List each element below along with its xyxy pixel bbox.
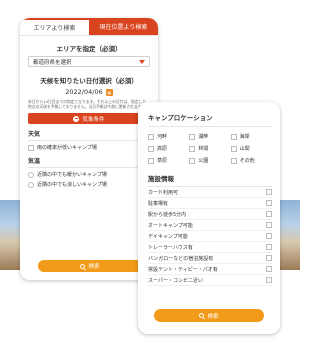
prefecture-select[interactable]: 都道府県を選択 <box>28 56 150 67</box>
location-option[interactable]: 海岸 <box>230 133 272 140</box>
location-label: 海岸 <box>239 134 250 140</box>
location-checkbox[interactable] <box>189 145 196 152</box>
location-option[interactable]: 草原 <box>148 157 189 164</box>
facility-checkbox[interactable] <box>266 222 272 228</box>
facility-checkbox[interactable] <box>266 244 272 250</box>
temp-option-label: 近隣の中でも涼しいキャンプ場 <box>37 182 107 188</box>
date-picker[interactable]: 2022/04/06 ▦ <box>28 88 150 96</box>
camp-location-title: キャンプロケーション <box>148 112 272 127</box>
location-option[interactable]: 高原 <box>148 145 189 152</box>
location-checkbox[interactable] <box>148 157 154 164</box>
location-checkbox[interactable] <box>189 133 196 140</box>
facility-row[interactable]: 駅から徒歩5分内 <box>148 209 272 220</box>
location-label: 公園 <box>198 158 209 164</box>
temp-radio[interactable] <box>28 181 34 188</box>
search-button-label: 検索 <box>88 264 100 270</box>
weather-group-heading: 天気 <box>28 129 150 141</box>
facility-checkbox[interactable] <box>266 266 272 272</box>
facility-label: オートキャンプ可能 <box>148 222 193 229</box>
temp-option[interactable]: 近隣の中でも涼しいキャンプ場 <box>28 181 150 188</box>
facility-label: バンガローなどの宿泊施設有 <box>148 255 214 262</box>
search-tabs: エリアより検索 現在位置より検索 <box>20 18 158 36</box>
facility-label: スーパー・コンビニ近い <box>148 277 203 284</box>
weather-option-label: 雨の確率が低いキャンプ場 <box>37 145 97 151</box>
dropdown-arrow-icon <box>139 59 145 64</box>
tab-location-search[interactable]: 現在位置より検索 <box>89 18 158 36</box>
facility-row[interactable]: 常設テント・ティピー・パオ有 <box>148 264 272 275</box>
location-label: 高原 <box>157 146 168 152</box>
facility-row[interactable]: トレーラーハウス有 <box>148 242 272 253</box>
location-checkbox[interactable] <box>189 157 196 164</box>
location-checkbox[interactable] <box>230 133 237 140</box>
location-option[interactable]: 山間 <box>230 145 272 152</box>
facility-checkbox[interactable] <box>266 277 272 283</box>
filter-search-button[interactable]: 検索 <box>154 309 264 322</box>
location-checkbox[interactable] <box>230 157 237 164</box>
facility-label: トレーラーハウス有 <box>148 244 193 251</box>
prefecture-select-label: 都道府県を選択 <box>33 59 72 66</box>
location-grid: 河畔 湖畔 海岸 高原 林間 山間 草原 公園 その他 <box>148 133 272 164</box>
temp-option[interactable]: 近隣の中でも暖かいキャンプ場 <box>28 171 150 178</box>
location-option[interactable]: その他 <box>230 157 272 164</box>
location-label: 河畔 <box>157 134 168 140</box>
location-label: その他 <box>239 158 255 164</box>
location-label: 林間 <box>198 146 209 152</box>
location-option[interactable]: 湖畔 <box>189 133 230 140</box>
weather-conditions-toggle[interactable]: 気象条件 <box>28 113 150 124</box>
location-label: 草原 <box>157 158 168 164</box>
weather-conditions-label: 気象条件 <box>82 116 105 123</box>
location-label: 山間 <box>239 146 250 152</box>
location-checkbox[interactable] <box>148 145 154 152</box>
search-icon <box>199 313 205 318</box>
temp-option-label: 近隣の中でも暖かいキャンプ場 <box>37 172 107 178</box>
weather-checkbox[interactable] <box>28 144 34 151</box>
date-value: 2022/04/06 <box>65 88 103 96</box>
facility-row[interactable]: カード利用可 <box>148 187 272 198</box>
facility-checkbox[interactable] <box>266 189 272 195</box>
facility-row[interactable]: オートキャンプ可能 <box>148 220 272 231</box>
temp-group-heading: 気温 <box>28 156 150 168</box>
facility-checkbox[interactable] <box>266 200 272 206</box>
collapse-icon <box>73 115 80 122</box>
facility-label: 常設テント・ティピー・パオ有 <box>148 266 218 273</box>
calendar-icon[interactable]: ▦ <box>105 88 113 96</box>
area-title: エリアを指定（必須） <box>56 45 122 53</box>
date-note: 本日から14日目までの指定となります。それ以上の日付は、指定した地点の天候を予報… <box>28 99 147 109</box>
weather-option[interactable]: 雨の確率が低いキャンプ場 <box>28 144 150 151</box>
location-checkbox[interactable] <box>230 145 237 152</box>
facilities-title: 施設情報 <box>148 173 272 187</box>
temp-radio[interactable] <box>28 171 34 178</box>
filter-phone-screen: キャンプロケーション 河畔 湖畔 海岸 高原 林間 山間 草原 公園 その他 施… <box>138 102 280 334</box>
search-icon <box>80 263 86 269</box>
facility-row[interactable]: 駐車場有 <box>148 198 272 209</box>
facility-checkbox[interactable] <box>266 233 272 239</box>
facility-row[interactable]: デイキャンプ可能 <box>148 231 272 242</box>
facility-label: デイキャンプ可能 <box>148 233 188 240</box>
location-checkbox[interactable] <box>148 133 154 140</box>
location-option[interactable]: 林間 <box>189 145 230 152</box>
search-button[interactable]: 検索 <box>38 260 142 272</box>
facility-checkbox[interactable] <box>266 255 272 261</box>
location-option[interactable]: 公園 <box>189 157 230 164</box>
location-option[interactable]: 河畔 <box>148 133 189 140</box>
facility-row[interactable]: スーパー・コンビニ近い <box>148 275 272 286</box>
facility-label: 駐車場有 <box>148 200 169 207</box>
tab-area-search[interactable]: エリアより検索 <box>20 18 89 36</box>
facility-label: カード利用可 <box>148 189 179 196</box>
date-title: 天候を知りたい日付選択（必須） <box>40 77 138 85</box>
filter-search-label: 検索 <box>207 313 219 320</box>
facility-row[interactable]: バンガローなどの宿泊施設有 <box>148 253 272 264</box>
facility-label: 駅から徒歩5分内 <box>148 211 187 218</box>
location-label: 湖畔 <box>198 134 209 140</box>
facility-checkbox[interactable] <box>266 211 272 217</box>
